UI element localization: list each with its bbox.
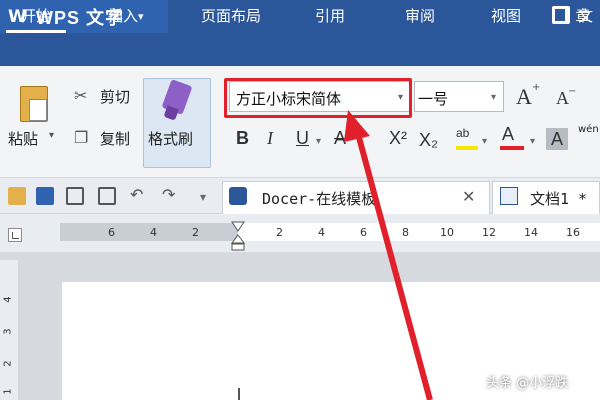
tab-review[interactable]: 审阅	[390, 0, 450, 33]
print-preview-icon[interactable]	[98, 187, 116, 205]
subscript-button[interactable]: X₂	[419, 130, 438, 151]
redo-icon[interactable]: ↷	[162, 185, 175, 204]
strikethrough-button[interactable]: A	[334, 128, 346, 149]
underline-button[interactable]: U	[296, 128, 309, 149]
ruler-tick: 8	[402, 226, 409, 239]
word-doc-icon	[500, 187, 518, 205]
ruler-tick: 12	[482, 226, 496, 239]
font-name-annotation-box	[224, 78, 412, 118]
ruler-tick: 6	[108, 226, 115, 239]
tab-stop-selector[interactable]	[8, 228, 22, 242]
highlight-button[interactable]: ab	[456, 126, 469, 140]
ruler-tick: 16	[566, 226, 580, 239]
vruler-tick: 3	[2, 328, 14, 335]
paste-button[interactable]: 粘贴	[8, 128, 38, 149]
grow-plus-icon: +	[532, 82, 541, 93]
tab-view[interactable]: 视图	[476, 0, 536, 33]
open-folder-icon[interactable]	[8, 187, 26, 205]
ruler-tick: 2	[192, 226, 199, 239]
superscript-button[interactable]: X²	[389, 128, 407, 149]
font-color-bar	[500, 146, 524, 150]
ruler-tick: 2	[276, 226, 283, 239]
tab-home[interactable]: 开始	[6, 0, 66, 33]
ruler-tick: 4	[318, 226, 325, 239]
docer-icon	[229, 187, 247, 205]
ruler-tick: 10	[440, 226, 454, 239]
cut-button[interactable]: 剪切	[100, 86, 130, 107]
font-size-value: 一号	[418, 90, 449, 108]
ruler-margin-left	[60, 223, 238, 241]
paste-dropdown-icon[interactable]: ▾	[49, 130, 54, 141]
bold-button[interactable]: B	[236, 128, 249, 149]
tab-insert[interactable]: 插入	[93, 0, 153, 33]
print-icon[interactable]	[66, 187, 84, 205]
close-icon[interactable]: ✕	[462, 187, 475, 206]
vruler-tick: 4	[2, 296, 14, 303]
font-size-dropdown-icon[interactable]: ▾	[491, 92, 496, 103]
paste-icon[interactable]	[20, 86, 48, 122]
undo-icon[interactable]: ↶	[130, 185, 143, 204]
save-icon[interactable]	[36, 187, 54, 205]
ruler-tick: 4	[150, 226, 157, 239]
font-color-button[interactable]: A	[502, 124, 514, 145]
format-painter-label: 格式刷	[148, 130, 194, 148]
tab-chapter[interactable]: 章	[566, 0, 600, 33]
copy-icon: ❐	[74, 128, 89, 147]
indent-marker-icon[interactable]	[231, 221, 245, 251]
scissors-icon: ✂	[74, 86, 88, 105]
phonetic-guide-button[interactable]: wén	[578, 124, 599, 135]
docer-tab-label: Docer-在线模板	[262, 190, 377, 208]
ruler-tick: 14	[524, 226, 538, 239]
tab-page-layout[interactable]: 页面布局	[186, 0, 276, 33]
menu-bar	[0, 33, 600, 66]
customize-qat-icon[interactable]: ▾	[200, 190, 206, 204]
char-shading-button[interactable]: A	[546, 128, 568, 150]
text-cursor	[238, 388, 240, 400]
font-color-dropdown-icon[interactable]: ▾	[530, 136, 535, 147]
highlight-dropdown-icon[interactable]: ▾	[482, 136, 487, 147]
italic-button[interactable]: I	[267, 128, 273, 149]
vruler-tick: 2	[2, 360, 14, 367]
shrink-minus-icon: −	[568, 86, 577, 97]
underline-dropdown-icon[interactable]: ▾	[316, 136, 321, 147]
tab-references[interactable]: 引用	[300, 0, 360, 33]
grow-font-button[interactable]: A	[516, 84, 532, 110]
vruler-tick: 1	[2, 388, 14, 395]
watermark: 头条 @小浮跌	[486, 376, 569, 391]
highlight-color-bar	[456, 146, 478, 150]
document1-tab-label: 文档1 *	[530, 190, 588, 208]
ruler-tick: 6	[360, 226, 367, 239]
copy-button[interactable]: 复制	[100, 128, 130, 149]
